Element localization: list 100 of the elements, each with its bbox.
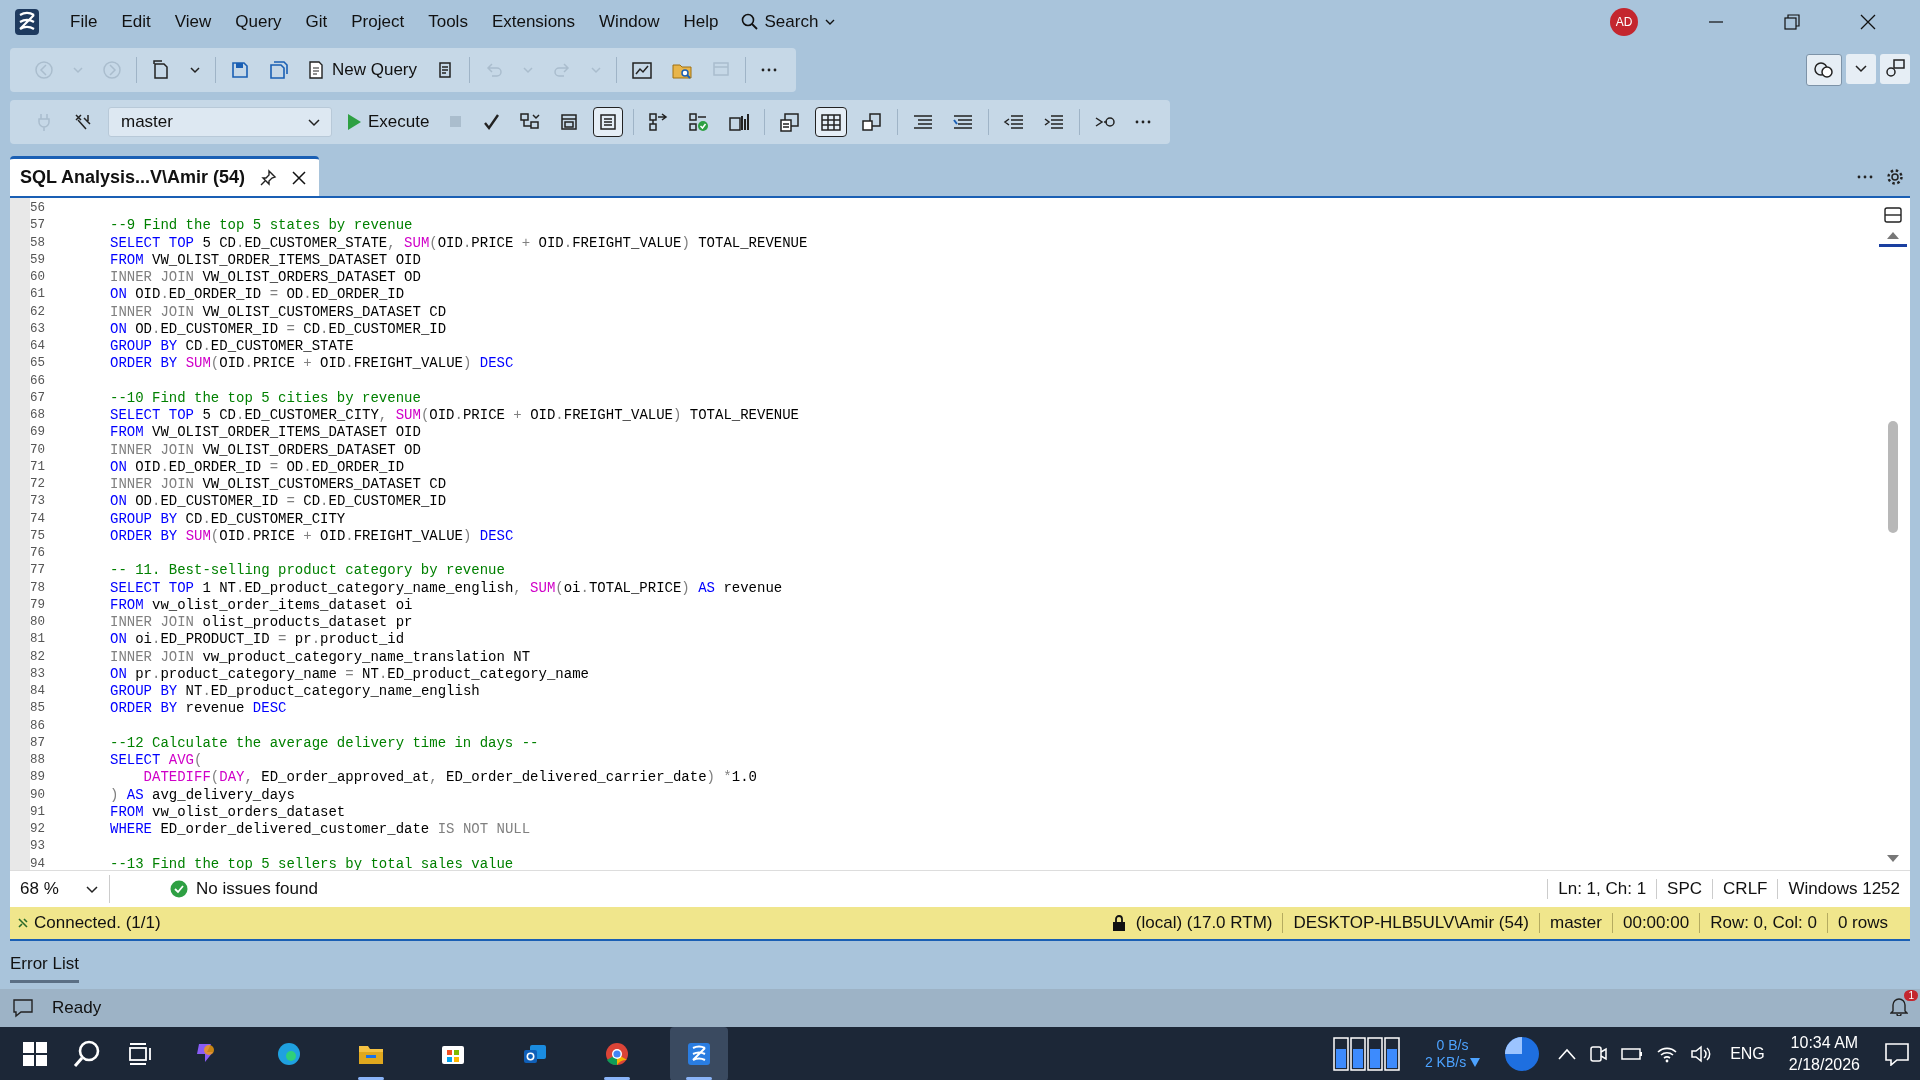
code-line: GROUP BY CD.ED_CUSTOMER_CITY [110,510,346,528]
scroll-up-icon[interactable] [1886,230,1900,240]
line-number: 90 [30,786,46,804]
results-grid-icon[interactable] [593,107,624,137]
menu-item[interactable]: Edit [109,12,163,32]
code-line: SELECT TOP 1 NT.ED_product_category_name_english, SUM(oi.TOTAL_PRICE) AS revenue [110,579,783,597]
chevron-up-icon[interactable] [1558,1048,1577,1060]
code-line: INNER JOIN VW_OLIST_CUSTOMERS_DATASET CD [110,303,447,321]
menu-item[interactable]: Git [293,12,340,32]
document-icon [306,60,326,80]
battery-icon[interactable] [1620,1045,1645,1063]
clock[interactable]: 10:34 AM 2/18/2026 [1788,1032,1860,1076]
line-number: 69 [30,424,46,442]
code-line: SELECT AVG( [110,752,203,770]
user-avatar[interactable]: AD [1610,8,1638,36]
line-number: 64 [30,338,46,355]
account-settings-icon[interactable] [1880,54,1910,84]
line-number: 71 [30,458,46,476]
menu-item[interactable]: Query [223,12,294,32]
menu-item[interactable]: Project [339,12,417,32]
line-number: 59 [30,251,46,269]
zoom-dropdown[interactable]: 68 % [10,875,110,903]
menu-item[interactable]: File [58,12,110,32]
line-number: 58 [30,234,46,252]
chrome-icon [603,1040,631,1068]
line-number: 83 [30,665,46,683]
menu-item[interactable]: Extensions [479,12,588,32]
line-number: 79 [30,596,46,614]
issues-status[interactable]: No issues found [196,879,318,899]
line-number: 67 [30,389,46,407]
camera-icon[interactable] [1588,1044,1609,1064]
line-number: 75 [30,527,46,545]
grid-results-icon[interactable] [815,107,848,137]
code-line: ON OID.ED_ORDER_ID = OD.ED_ORDER_ID [110,286,405,304]
line-number: 65 [30,355,46,373]
pin-icon[interactable] [259,168,278,187]
new-query-button[interactable]: New Query [302,56,422,84]
menu-item[interactable]: View [162,12,224,32]
line-number: 61 [30,286,46,304]
code-line: ) AS avg_delivery_days [110,786,295,804]
row-count: 0 rows [1836,913,1889,933]
taskbar-app[interactable] [670,1027,728,1080]
line-number: 91 [30,803,46,821]
search-icon[interactable] [72,1039,102,1069]
cursor-position[interactable]: Ln: 1, Ch: 1 [1547,879,1657,899]
status-text: Ready [52,998,102,1018]
download-speed: 2 KB/s [1424,1054,1467,1071]
language-indicator[interactable]: ENG [1730,1045,1765,1063]
pie-chart-icon [1504,1036,1541,1072]
code-line: --10 Find the top 5 cities by revenue [110,389,421,407]
scroll-down-icon[interactable] [1886,854,1900,864]
line-number: 73 [30,493,46,511]
tab-title[interactable]: SQL Analysis...V\Amir (54) [20,167,246,188]
database-name: master [1540,913,1613,933]
wifi-icon[interactable] [1656,1045,1679,1063]
indent-mode[interactable]: SPC [1656,879,1713,899]
scrollbar-thumb[interactable] [1888,421,1898,533]
check-circle-icon [170,880,188,898]
notification-badge: 1 [1904,990,1918,1001]
bell-icon[interactable] [1890,996,1908,1016]
code-line: ON oi.ED_PRODUCT_ID = pr.product_id [110,631,405,649]
search-icon [740,13,759,31]
code-line: INNER JOIN VW_OLIST_ORDERS_DATASET OD [110,269,421,287]
menu-item[interactable]: Tools [416,12,480,32]
line-number: 87 [30,734,46,752]
elapsed-time: 00:00:00 [1612,913,1701,933]
line-number: 81 [30,631,46,649]
code-line: INNER JOIN VW_OLIST_CUSTOMERS_DATASET CD [110,476,447,494]
code-line: --9 Find the top 5 states by revenue [110,217,413,235]
line-number: 94 [30,855,46,873]
execute-button[interactable]: Execute [342,108,434,136]
restore-icon[interactable] [1784,14,1800,30]
start-icon[interactable] [22,1041,48,1067]
close-icon[interactable] [1860,14,1876,30]
line-endings[interactable]: CRLF [1712,879,1778,899]
volume-icon[interactable] [1690,1045,1713,1063]
split-icon[interactable] [1882,204,1904,226]
document-tab[interactable]: SQL Analysis...V\Amir (54) [10,156,320,196]
performance-meter-icon [1332,1037,1401,1071]
code-line: INNER JOIN olist_products_dataset pr [110,614,413,632]
output-icon[interactable] [12,998,34,1018]
menu-item[interactable]: Window [587,12,672,32]
database-dropdown[interactable]: master [108,107,332,137]
line-number: 56 [30,200,46,217]
line-number: 63 [30,320,46,338]
encoding[interactable]: Windows 1252 [1777,879,1910,899]
task-view-icon[interactable] [126,1040,154,1068]
server-name: (local) (17.0 RTM) [1125,913,1284,933]
notifications-icon[interactable] [1884,1042,1910,1066]
code-line: -- 11. Best-selling product category by revenue [110,562,505,580]
feedback-icon[interactable] [1806,54,1842,86]
close-icon[interactable] [291,169,308,186]
row-col-position: Row: 0, Col: 0 [1700,913,1828,933]
settings-icon[interactable] [1886,168,1904,186]
code-line: SELECT TOP 5 CD.ED_CUSTOMER_STATE, SUM(OID.PRICE + OID.FREIGHT_VALUE) TOTAL_REVENUE [110,234,808,252]
error-list-tab[interactable]: Error List [10,947,79,983]
menu-item[interactable]: Help [671,12,731,32]
line-number: 88 [30,752,46,769]
search-button[interactable]: Search [730,12,847,32]
code-line: ORDER BY revenue DESC [110,700,287,718]
